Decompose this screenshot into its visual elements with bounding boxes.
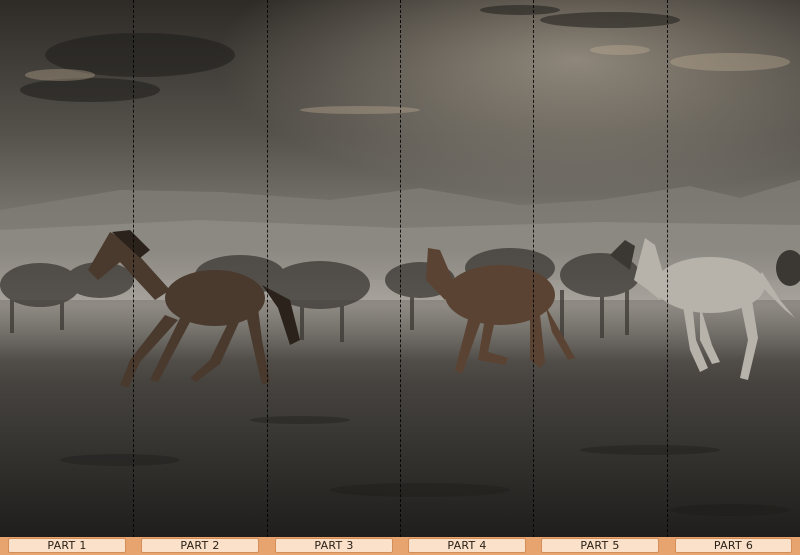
panel-divider bbox=[267, 0, 268, 537]
part-3-label: PART 3 bbox=[275, 538, 393, 553]
panel-divider bbox=[667, 0, 668, 537]
panel-divider bbox=[533, 0, 534, 537]
panel-divider bbox=[133, 0, 134, 537]
part-5-label: PART 5 bbox=[541, 538, 659, 553]
part-2-label: PART 2 bbox=[141, 538, 259, 553]
panel-divider bbox=[400, 0, 401, 537]
part-1-label: PART 1 bbox=[8, 538, 126, 553]
part-4-label: PART 4 bbox=[408, 538, 526, 553]
part-6-label: PART 6 bbox=[675, 538, 792, 553]
